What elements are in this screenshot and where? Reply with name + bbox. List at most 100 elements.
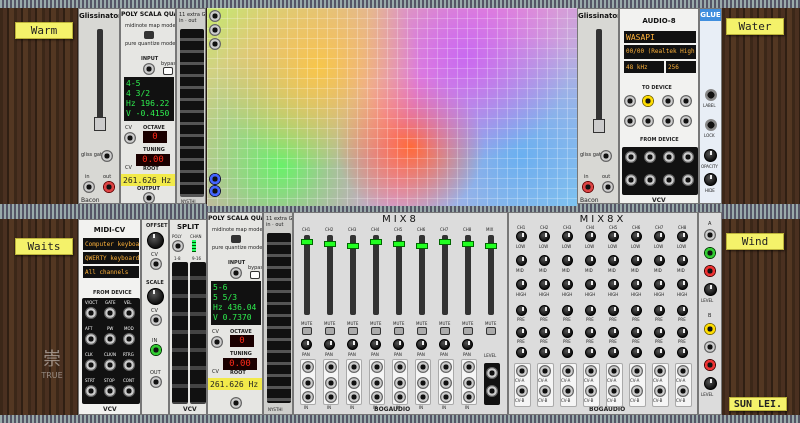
pan-cv-jack[interactable] — [394, 377, 406, 389]
send-a-knob[interactable] — [654, 305, 665, 316]
send-a-knob[interactable] — [516, 305, 527, 316]
gliss-in-jack[interactable] — [83, 181, 95, 193]
mid-eq-knob[interactable] — [631, 255, 642, 266]
bus-jack[interactable] — [704, 247, 716, 259]
high-eq-knob[interactable] — [608, 279, 619, 290]
strt-jack[interactable] — [85, 385, 97, 397]
level-cv-jack[interactable] — [463, 361, 475, 373]
cv-a-jack[interactable] — [585, 365, 597, 377]
bus-b-jack[interactable] — [704, 323, 716, 335]
bus-jack[interactable] — [704, 359, 716, 371]
send-a-knob[interactable] — [631, 305, 642, 316]
channel-in-jack[interactable] — [394, 391, 406, 403]
low-eq-knob[interactable] — [562, 231, 573, 242]
cv-a-jack[interactable] — [631, 365, 643, 377]
level-cv-jack[interactable] — [348, 361, 360, 373]
send-c-knob[interactable] — [654, 347, 665, 358]
mute-button[interactable] — [325, 327, 335, 335]
to-device-jack-7[interactable] — [662, 115, 674, 127]
send-c-knob[interactable] — [677, 347, 688, 358]
pan-cv-jack[interactable] — [371, 377, 383, 389]
pan-cv-jack[interactable] — [440, 377, 452, 389]
clk-n-jack[interactable] — [104, 359, 116, 371]
mid-eq-knob[interactable] — [608, 255, 619, 266]
high-eq-knob[interactable] — [539, 279, 550, 290]
to-device-jack-5[interactable] — [624, 115, 636, 127]
lock-button[interactable] — [705, 119, 717, 131]
bypass-button[interactable] — [250, 271, 260, 279]
level-cv-jack[interactable] — [325, 361, 337, 373]
cv-a-jack[interactable] — [516, 365, 528, 377]
level-cv-jack[interactable] — [394, 361, 406, 373]
send-a-knob[interactable] — [608, 305, 619, 316]
pan-cv-jack[interactable] — [325, 377, 337, 389]
gliss-time-slider-handle[interactable] — [593, 119, 605, 133]
octave-display[interactable]: 0 — [230, 335, 254, 347]
extra-jacks-column[interactable] — [180, 29, 204, 197]
channel-in-jack[interactable] — [348, 391, 360, 403]
mute-button[interactable] — [486, 327, 496, 335]
from-device-jack-1[interactable] — [625, 151, 637, 163]
cv-a-jack[interactable] — [608, 365, 620, 377]
channel-in-jack[interactable] — [302, 391, 314, 403]
send-b-knob[interactable] — [608, 327, 619, 338]
high-eq-knob[interactable] — [654, 279, 665, 290]
level-cv-jack[interactable] — [302, 361, 314, 373]
channel-in-jack[interactable] — [325, 391, 337, 403]
mode-switch[interactable] — [144, 31, 154, 39]
from-device-jack-4[interactable] — [682, 151, 694, 163]
to-device-jack-6[interactable] — [642, 115, 654, 127]
octave-cv-jack[interactable] — [211, 336, 223, 348]
gliss-gate-jack[interactable] — [101, 150, 113, 162]
grid-jack[interactable] — [209, 38, 221, 50]
offset-out-jack[interactable] — [150, 376, 162, 388]
label-button[interactable] — [705, 89, 717, 101]
to-device-jack-4[interactable] — [680, 95, 692, 107]
midi-channel-select[interactable]: All channels — [83, 266, 139, 278]
send-a-knob[interactable] — [677, 305, 688, 316]
low-eq-knob[interactable] — [654, 231, 665, 242]
high-eq-knob[interactable] — [516, 279, 527, 290]
note-warm[interactable]: Warm — [15, 22, 73, 39]
mid-eq-knob[interactable] — [677, 255, 688, 266]
cv-b-jack[interactable] — [608, 385, 620, 397]
output-jack[interactable] — [230, 397, 242, 409]
gliss-time-slider-handle[interactable] — [94, 117, 106, 131]
tuning-display[interactable]: 0.00 — [223, 358, 257, 370]
bus-a-jack[interactable] — [704, 229, 716, 241]
offset-knob[interactable] — [147, 232, 164, 249]
sample-rate-select[interactable]: 48 kHz — [624, 61, 664, 73]
from-device-jack-6[interactable] — [644, 174, 656, 186]
mute-button[interactable] — [371, 327, 381, 335]
from-device-jack-5[interactable] — [625, 174, 637, 186]
mid-eq-knob[interactable] — [539, 255, 550, 266]
mute-button[interactable] — [463, 327, 473, 335]
pan-knob[interactable] — [370, 339, 381, 350]
channel-fader[interactable] — [301, 239, 313, 245]
high-eq-knob[interactable] — [562, 279, 573, 290]
cv-b-jack[interactable] — [631, 385, 643, 397]
tuning-display[interactable]: 0.00 — [136, 154, 170, 166]
split-outputs-9-16[interactable] — [190, 262, 206, 404]
mid-eq-knob[interactable] — [516, 255, 527, 266]
bus-b-level-knob[interactable] — [704, 377, 717, 390]
to-device-jack-3[interactable] — [662, 95, 674, 107]
pan-cv-jack[interactable] — [463, 377, 475, 389]
gliss-in-jack[interactable] — [582, 181, 594, 193]
hide-knob[interactable] — [704, 173, 717, 186]
send-b-knob[interactable] — [677, 327, 688, 338]
pan-knob[interactable] — [462, 339, 473, 350]
opacity-knob[interactable] — [704, 149, 717, 162]
grid-jack[interactable] — [209, 173, 221, 185]
scale-cv-jack[interactable] — [150, 314, 162, 326]
level-cv-jack[interactable] — [440, 361, 452, 373]
bus-jack[interactable] — [704, 265, 716, 277]
mute-button[interactable] — [302, 327, 312, 335]
send-b-knob[interactable] — [516, 327, 527, 338]
pan-cv-jack[interactable] — [417, 377, 429, 389]
send-b-knob[interactable] — [631, 327, 642, 338]
pan-cv-jack[interactable] — [348, 377, 360, 389]
from-device-jack-3[interactable] — [663, 151, 675, 163]
gate-jack[interactable] — [104, 307, 116, 319]
mute-button[interactable] — [440, 327, 450, 335]
